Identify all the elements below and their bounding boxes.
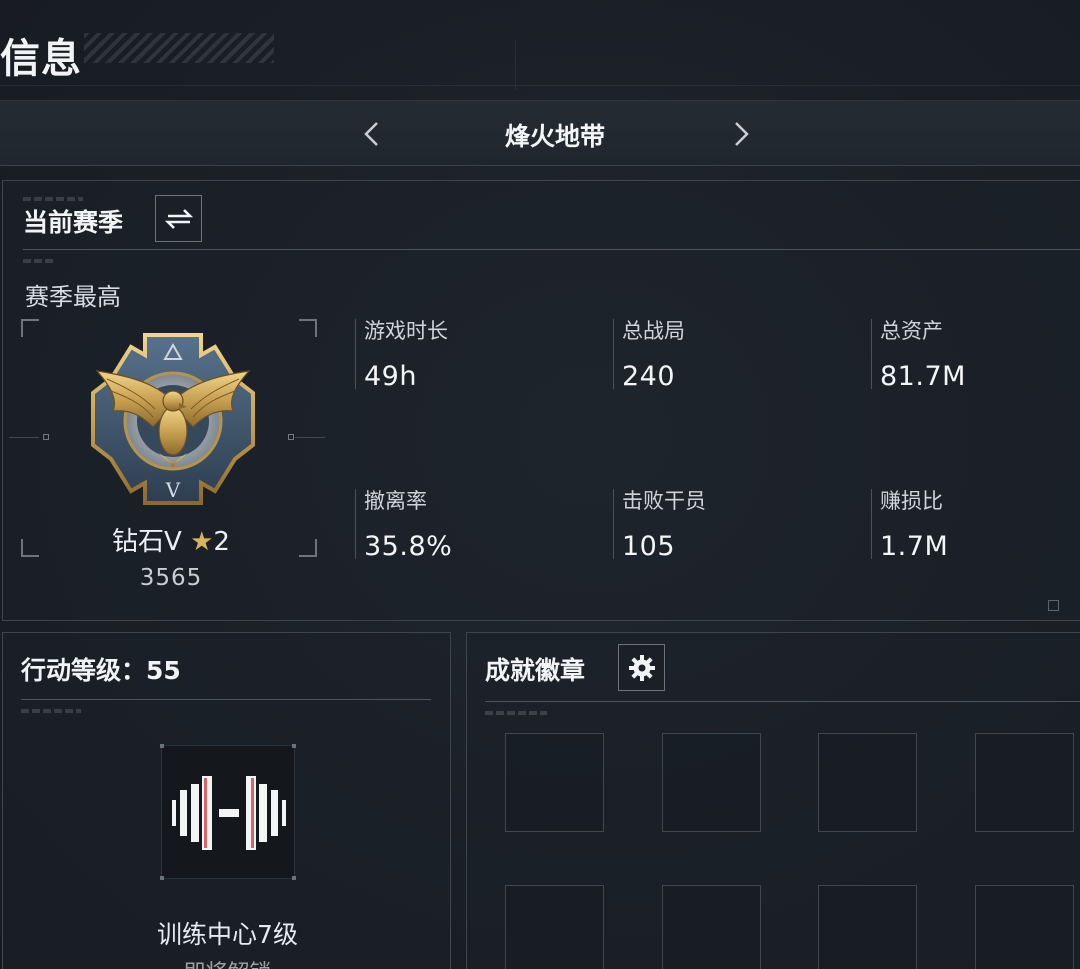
season-best-label: 赛季最高 [25, 283, 121, 311]
stat-label: 总资产 [880, 319, 943, 343]
badge-slot[interactable] [505, 885, 604, 969]
level-divider [21, 699, 431, 700]
frame-marker [43, 434, 49, 440]
season-title: 当前赛季 [23, 208, 124, 237]
page-title: 信息 [0, 36, 82, 82]
app-root: 信息 烽火地带 当前赛季 赛季最高 V 钻石V ★2 3565 游戏时长 49h… [0, 0, 1080, 969]
mode-label: 烽火地带 [504, 122, 605, 151]
season-panel: 当前赛季 赛季最高 V 钻石V ★2 3565 游戏时长 49h 总战局 240… [2, 180, 1080, 621]
swap-arrows-icon [164, 208, 193, 229]
next-mode-button[interactable] [726, 118, 756, 150]
training-center-icon[interactable] [160, 744, 296, 880]
stat-label: 总战局 [622, 319, 685, 343]
stat-operators-defeated: 击败干员 105 [613, 489, 843, 562]
deco-marks [23, 259, 55, 263]
stat-label: 击败干员 [622, 489, 706, 513]
achievement-badges-panel: 成就徽章 [466, 632, 1080, 969]
badges-divider [485, 701, 1080, 702]
panel-corner-deco [1048, 600, 1059, 611]
gear-icon [628, 654, 655, 681]
badge-slot[interactable] [505, 733, 604, 832]
rank-name: 钻石V ★2 [21, 521, 321, 558]
frame-corner [299, 319, 317, 337]
bg-divider [0, 85, 1080, 86]
badge-settings-button[interactable] [618, 644, 665, 691]
title-stripes-decoration [84, 33, 274, 63]
badge-slot[interactable] [818, 885, 917, 969]
deco-marks [485, 711, 547, 715]
deco-marks [21, 709, 81, 713]
rank-score: 3565 [139, 565, 203, 591]
stat-label: 撤离率 [364, 489, 427, 513]
frame-marker [295, 437, 325, 438]
badge-slot[interactable] [975, 733, 1074, 832]
stat-total-matches: 总战局 240 [613, 319, 843, 392]
mode-selector: 烽火地带 [0, 100, 1080, 166]
stat-label: 游戏时长 [364, 319, 448, 343]
training-center-label: 训练中心7级 [157, 920, 298, 949]
season-divider [23, 249, 1080, 250]
chevron-right-icon [735, 122, 749, 146]
level-title: 行动等级：55 [21, 656, 181, 685]
deco-marks [23, 197, 83, 201]
stat-value: 240 [622, 361, 676, 392]
badge-slot[interactable] [662, 885, 761, 969]
icon-corner-dot [160, 744, 164, 748]
star-icon: ★ [190, 527, 214, 557]
stat-value: 1.7M [880, 531, 949, 562]
badge-slot[interactable] [662, 733, 761, 832]
frame-corner [21, 319, 39, 337]
icon-corner-dot [292, 876, 296, 880]
stat-label: 赚损比 [880, 489, 943, 513]
stat-value: 81.7M [880, 361, 966, 392]
rank-stars: 2 [213, 527, 230, 557]
eagle-emblem-icon: V [91, 333, 255, 505]
badge-slot[interactable] [975, 885, 1074, 969]
badge-slot[interactable] [818, 733, 917, 832]
stat-total-assets: 总资产 81.7M [871, 319, 1080, 392]
svg-text:V: V [165, 478, 181, 502]
season-switch-button[interactable] [155, 195, 202, 242]
stat-value: 49h [364, 361, 417, 392]
frame-marker [9, 437, 39, 438]
icon-corner-dot [160, 876, 164, 880]
stat-profit-ratio: 赚损比 1.7M [871, 489, 1080, 562]
frame-marker [288, 434, 294, 440]
level-panel: 行动等级：55 训练中心7级 即将解锁 [2, 632, 451, 969]
icon-corner-dot [292, 744, 296, 748]
dumbbell-icon [172, 776, 286, 850]
unlock-status: 即将解锁 [3, 955, 452, 969]
rank-tier: 钻石V [112, 527, 182, 557]
badges-title: 成就徽章 [485, 656, 586, 685]
stat-play-time: 游戏时长 49h [355, 319, 585, 392]
stat-value: 105 [622, 531, 676, 562]
bg-tick [515, 40, 516, 90]
stat-value: 35.8% [364, 531, 453, 562]
stat-extraction-rate: 撤离率 35.8% [355, 489, 585, 562]
